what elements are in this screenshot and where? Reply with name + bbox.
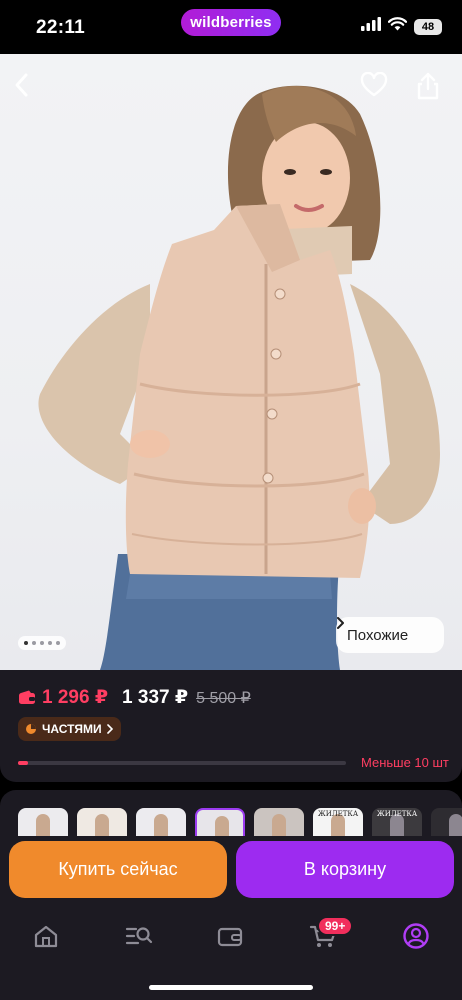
tab-profile[interactable]: [396, 918, 436, 954]
share-button[interactable]: [416, 72, 450, 106]
status-time: 22:11: [36, 17, 86, 38]
favorite-button[interactable]: [360, 72, 394, 106]
price-card: 1 296 ₽ 1 337 ₽ 5 500 ₽ ЧАСТЯМИ Меньше 1…: [0, 670, 462, 782]
tab-catalog[interactable]: [119, 918, 159, 954]
similar-button[interactable]: Похожие: [336, 617, 444, 653]
installments-label: ЧАСТЯМИ: [42, 722, 102, 736]
add-to-cart-button[interactable]: В корзину: [236, 841, 454, 898]
variant-thumbnail[interactable]: [18, 808, 68, 836]
price-row: 1 296 ₽ 1 337 ₽ 5 500 ₽: [18, 686, 251, 709]
status-icons: 48: [361, 17, 442, 36]
chevron-right-icon: [337, 617, 344, 629]
stock-label: Меньше 10 шт: [361, 755, 449, 770]
pager-dot: [24, 641, 28, 645]
product-photo[interactable]: Похожие: [0, 54, 462, 670]
variant-thumbnail[interactable]: ЖИЛЕТКА: [313, 808, 363, 836]
variant-figure: [154, 814, 168, 836]
variant-figure: [36, 814, 50, 836]
variant-figure: [449, 814, 462, 836]
cart-badge: 99+: [317, 916, 354, 936]
old-price: 5 500 ₽: [196, 689, 251, 707]
back-button[interactable]: [12, 72, 46, 106]
pager-dot: [48, 641, 52, 645]
pager-dot: [40, 641, 44, 645]
catalog-search-icon: [125, 927, 153, 945]
installments-button[interactable]: ЧАСТЯМИ: [18, 717, 121, 741]
variant-thumbnail[interactable]: ЖИЛЕТКА: [372, 808, 422, 836]
variant-figure: [272, 814, 286, 836]
product-image: [38, 85, 440, 670]
gallery-pager[interactable]: [18, 636, 66, 650]
brand-logo: wildberries: [181, 9, 281, 36]
variant-figure: [95, 814, 109, 836]
chevron-right-icon: [106, 724, 113, 734]
wallet-price[interactable]: 1 296 ₽: [18, 686, 108, 709]
variant-text: ЖИЛЕТКА: [317, 810, 359, 818]
wallet-icon: [19, 690, 35, 704]
regular-price: 1 337 ₽: [122, 687, 189, 708]
variant-thumbnail[interactable]: [431, 808, 462, 836]
buy-now-button[interactable]: Купить сейчас: [9, 841, 227, 898]
variant-thumbnail[interactable]: [254, 808, 304, 836]
variant-thumbnail[interactable]: [195, 808, 245, 836]
variant-thumbnail[interactable]: [77, 808, 127, 836]
chevron-left-icon: [15, 73, 28, 97]
variant-thumbnail[interactable]: [136, 808, 186, 836]
share-icon: [417, 72, 439, 100]
wifi-icon: [387, 17, 408, 36]
home-indicator: [149, 985, 313, 990]
cellular-signal-icon: [361, 17, 381, 36]
similar-label: Похожие: [347, 626, 409, 644]
home-icon: [34, 925, 58, 948]
pie-chart-icon: [26, 724, 36, 734]
status-bar: 22:11 wildberries 48: [0, 0, 462, 54]
pager-dot: [32, 641, 36, 645]
profile-icon: [403, 923, 429, 949]
variant-text: ЖИЛЕТКА: [376, 810, 418, 818]
wallet-price-value: 1 296 ₽: [42, 687, 109, 708]
wallet-icon: [217, 927, 243, 947]
variant-figure: [215, 816, 229, 836]
stock-progress: [18, 761, 346, 765]
pager-dot: [56, 641, 60, 645]
tab-home[interactable]: [26, 918, 66, 954]
battery-icon: 48: [414, 18, 442, 35]
heart-icon: [360, 72, 388, 97]
tab-wallet[interactable]: [210, 918, 250, 954]
stock-progress-fill: [18, 761, 28, 765]
